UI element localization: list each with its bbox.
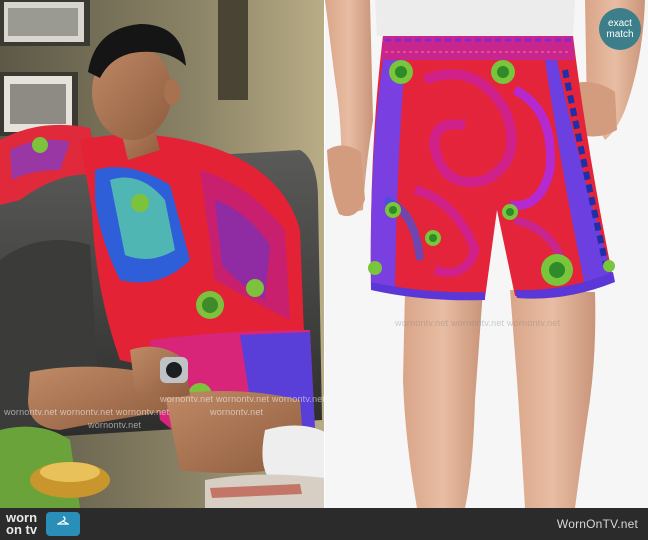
tv-hanger-icon [46, 512, 80, 536]
medallion [603, 260, 615, 272]
medallion [541, 254, 573, 286]
site-url[interactable]: WornOnTV.net [557, 517, 638, 531]
watermark-row: wornontv.net wornontv.net wornontv.net [160, 394, 325, 404]
watermark-row: wornontv.net wornontv.net wornontv.net [395, 318, 561, 328]
scene-illustration [0, 0, 325, 508]
brand-logo[interactable]: worn on tv [6, 511, 80, 537]
medallion [389, 60, 413, 84]
medallion [425, 230, 441, 246]
product-photo: wornontv.net wornontv.net wornontv.net [325, 0, 648, 508]
badge-line1: exact [608, 18, 632, 29]
medallion [491, 60, 515, 84]
medallion [385, 202, 401, 218]
sneaker [262, 425, 325, 480]
footer-bar: worn on tv WornOnTV.net [0, 508, 648, 540]
watermark-text: wornontv.net [210, 407, 264, 417]
white-tshirt [375, 0, 575, 36]
watermark-text: wornontv.net [88, 420, 142, 430]
medallion [502, 204, 518, 220]
exact-match-badge: exact match [599, 8, 641, 50]
product-illustration [325, 0, 648, 508]
brand-line2: on tv [6, 522, 38, 537]
badge-line2: match [606, 29, 634, 40]
scene-photo: wornontv.net wornontv.net wornontv.net w… [0, 0, 325, 508]
watermark-row: wornontv.net wornontv.net wornontv.net [4, 407, 170, 417]
medallion [368, 261, 382, 275]
brand-wordmark: worn on tv [6, 511, 44, 537]
